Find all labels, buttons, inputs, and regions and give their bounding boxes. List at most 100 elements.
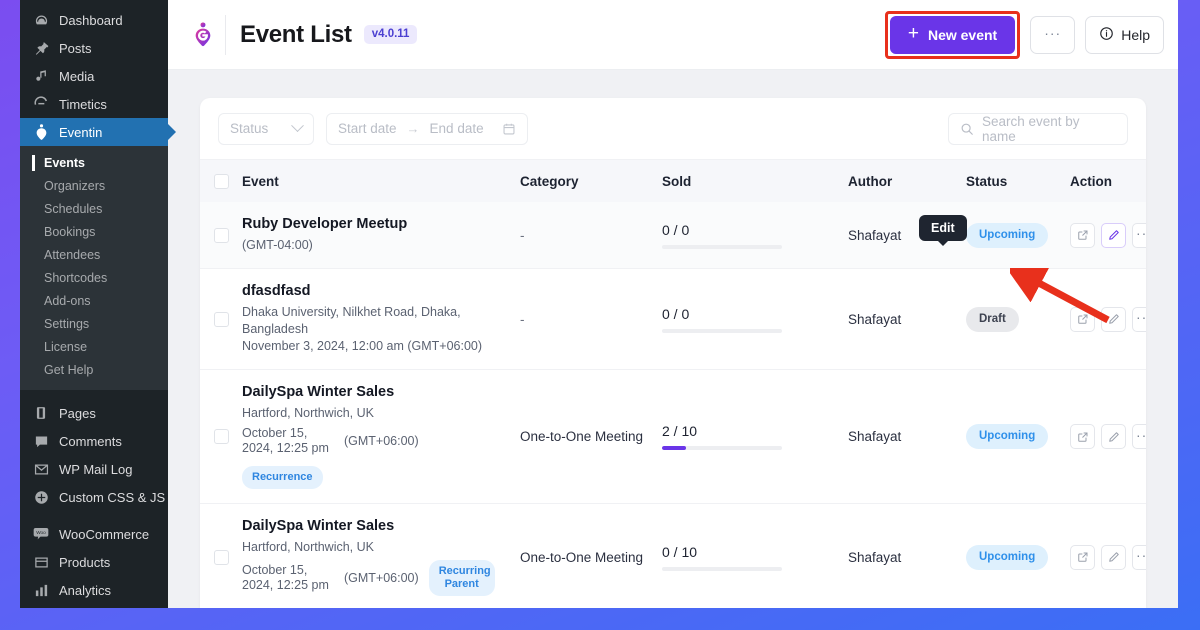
wp-admin-sidebar: Dashboard Posts Media Timetics Eventin E… <box>20 0 168 608</box>
date-range-picker[interactable]: Start date → End date <box>326 112 528 145</box>
event-location: Dhaka University, Nilkhet Road, Dhaka, B… <box>242 305 461 336</box>
external-link-icon-button[interactable] <box>1070 424 1095 449</box>
sidebar-item-pages[interactable]: Pages <box>20 399 168 427</box>
external-link-icon-button[interactable] <box>1070 544 1095 570</box>
submenu-item-attendees[interactable]: Attendees <box>20 244 168 267</box>
event-title[interactable]: dfasdfasd <box>242 283 504 299</box>
column-header-author[interactable]: Author <box>840 160 958 202</box>
submenu-item-get-help[interactable]: Get Help <box>20 359 168 382</box>
event-title[interactable]: Ruby Developer Meetup <box>242 216 504 232</box>
external-link-icon-button[interactable] <box>1070 222 1095 248</box>
submenu-item-schedules[interactable]: Schedules <box>20 198 168 221</box>
event-cell: Ruby Developer Meetup (GMT-04:00) <box>234 202 512 269</box>
submenu-label: Shortcodes <box>44 271 108 285</box>
row-checkbox[interactable] <box>214 549 229 565</box>
sidebar-item-label: Timetics <box>59 96 107 112</box>
annotation-arrow <box>1010 268 1110 324</box>
comment-icon <box>32 432 50 450</box>
calendar-icon <box>502 122 516 136</box>
category-cell: One-to-One Meeting <box>512 503 654 608</box>
sidebar-item-timetics[interactable]: Timetics <box>20 90 168 118</box>
sold-progress-bar <box>662 566 782 571</box>
sidebar-item-dashboard[interactable]: Dashboard <box>20 6 168 34</box>
start-date-input[interactable]: Start date <box>338 121 397 136</box>
sidebar-item-media[interactable]: Media <box>20 62 168 90</box>
pencil-edit-icon-button[interactable] <box>1101 222 1126 248</box>
event-title[interactable]: DailySpa Winter Sales <box>242 384 504 400</box>
sidebar-item-eventin[interactable]: Eventin <box>20 118 168 146</box>
ellipsis-icon-button[interactable]: ··· <box>1132 544 1146 570</box>
search-icon <box>960 122 974 136</box>
column-header-category[interactable]: Category <box>512 160 654 202</box>
submenu-item-organizers[interactable]: Organizers <box>20 175 168 198</box>
sidebar-item-label: Media <box>59 68 95 84</box>
event-date: November 3, 2024, 12:00 am (GMT+06:00) <box>242 339 483 353</box>
event-title[interactable]: DailySpa Winter Sales <box>242 518 504 534</box>
sold-progress-bar <box>662 244 782 249</box>
sidebar-item-custom-css-js[interactable]: Custom CSS & JS <box>20 483 168 511</box>
column-header-event[interactable]: Event <box>234 160 512 202</box>
media-icon <box>32 67 50 85</box>
select-all-checkbox[interactable] <box>214 173 229 189</box>
event-date: October 15, 2024, 12:25 pm <box>242 426 329 455</box>
pencil-edit-icon-button[interactable] <box>1101 544 1126 570</box>
more-options-button[interactable]: ··· <box>1030 15 1076 54</box>
ellipsis-icon-button[interactable]: ··· <box>1132 424 1146 449</box>
event-cell: DailySpa Winter Sales Hartford, Northwic… <box>234 369 512 504</box>
sold-value: 2 / 10 <box>662 423 698 439</box>
sidebar-item-label: Eventin <box>59 124 103 140</box>
row-checkbox[interactable] <box>214 227 229 243</box>
sidebar-item-products[interactable]: Products <box>20 548 168 576</box>
event-timezone: (GMT-04:00) <box>242 238 313 252</box>
dashboard-icon <box>32 11 50 29</box>
recurring-parent-badge: Recurring Parent <box>428 560 495 596</box>
ellipsis-icon-button[interactable]: ··· <box>1132 306 1146 332</box>
sold-cell: 0 / 0 <box>654 202 840 269</box>
submenu-item-shortcodes[interactable]: Shortcodes <box>20 267 168 290</box>
new-event-button[interactable]: + New event <box>889 15 1016 54</box>
submenu-item-addons[interactable]: Add-ons <box>20 290 168 313</box>
sidebar-item-woocommerce[interactable]: Woo WooCommerce <box>20 520 168 548</box>
eventin-icon <box>32 123 50 141</box>
sidebar-item-label: Pages <box>59 405 96 421</box>
submenu-item-events[interactable]: Events <box>20 152 168 175</box>
event-location: Hartford, Northwich, UK <box>242 406 374 420</box>
sidebar-item-posts[interactable]: Posts <box>20 34 168 62</box>
column-header-sold[interactable]: Sold <box>654 160 840 202</box>
submenu-item-license[interactable]: License <box>20 336 168 359</box>
sold-progress-bar <box>662 328 782 333</box>
sidebar-item-comments[interactable]: Comments <box>20 427 168 455</box>
table-row[interactable]: DailySpa Winter Sales Hartford, Northwic… <box>200 503 1146 608</box>
sold-value: 0 / 0 <box>662 305 690 322</box>
table-row[interactable]: dfasdfasd Dhaka University, Nilkhet Road… <box>200 268 1146 370</box>
action-buttons: ··· <box>1070 544 1146 570</box>
sold-value: 0 / 10 <box>662 543 698 560</box>
row-checkbox[interactable] <box>214 311 229 327</box>
status-badge: Upcoming <box>966 544 1049 570</box>
sidebar-item-analytics[interactable]: Analytics <box>20 576 168 604</box>
event-location: Hartford, Northwich, UK <box>242 540 374 554</box>
pencil-edit-icon-button[interactable] <box>1101 424 1126 449</box>
column-header-status[interactable]: Status <box>958 160 1062 202</box>
event-table: Event Category Sold Author Status Action <box>200 160 1146 608</box>
plus-icon: + <box>907 23 919 44</box>
table-row[interactable]: Ruby Developer Meetup (GMT-04:00) - 0 / … <box>200 202 1146 269</box>
action-cell: ··· <box>1062 503 1146 608</box>
search-input[interactable]: Search event by name <box>948 112 1128 145</box>
category-cell: - <box>512 268 654 370</box>
event-cell: DailySpa Winter Sales Hartford, Northwic… <box>234 503 512 608</box>
author-cell: Shafayat <box>840 369 958 504</box>
eventin-logo-icon <box>180 14 226 55</box>
event-table-wrapper: Event Category Sold Author Status Action <box>200 160 1146 608</box>
ellipsis-icon-button[interactable]: ··· <box>1132 222 1146 248</box>
status-filter-select[interactable]: Status <box>218 112 314 145</box>
submenu-item-settings[interactable]: Settings <box>20 313 168 336</box>
page-title: Event List <box>240 20 352 48</box>
help-button[interactable]: Help <box>1085 15 1164 54</box>
row-checkbox[interactable] <box>214 429 229 444</box>
sidebar-item-wp-mail-log[interactable]: WP Mail Log <box>20 455 168 483</box>
end-date-input[interactable]: End date <box>430 121 484 136</box>
submenu-item-bookings[interactable]: Bookings <box>20 221 168 244</box>
table-row[interactable]: DailySpa Winter Sales Hartford, Northwic… <box>200 369 1146 504</box>
sidebar-item-label: Dashboard <box>59 12 123 28</box>
